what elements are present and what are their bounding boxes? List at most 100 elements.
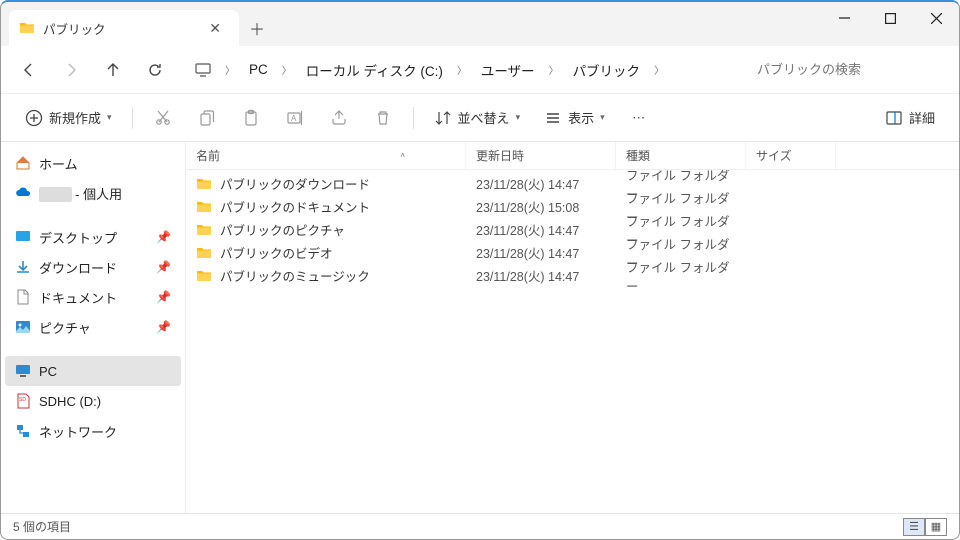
breadcrumb-disk[interactable]: ローカル ディスク (C:) [298,56,451,84]
sidebar-label: ピクチャ [39,318,91,337]
item-count: 5 個の項目 [13,518,71,535]
pin-icon: 📌 [156,260,171,274]
up-button[interactable] [95,52,131,88]
folder-icon [196,268,212,284]
file-type: ファイル フォルダー [616,257,746,295]
pin-icon: 📌 [156,230,171,244]
sidebar-item-pictures[interactable]: ピクチャ 📌 [5,312,181,342]
forward-button[interactable] [53,52,89,88]
nav-bar: 〉 PC 〉 ローカル ディスク (C:) 〉 ユーザー 〉 パブリック 〉 [1,46,959,94]
sidebar-label: ホーム [39,154,78,173]
chevron-right-icon[interactable]: 〉 [652,62,666,77]
chevron-right-icon[interactable]: 〉 [280,62,294,77]
folder-icon [196,222,212,238]
sidebar-item-home[interactable]: ホーム [5,148,181,178]
table-row[interactable]: パブリックのドキュメント23/11/28(火) 15:08ファイル フォルダー [186,195,959,218]
sidebar-label: PC [39,364,57,379]
explorer-window: パブリック ✕ ＋ 〉 PC 〉 ローカル ディスク (C:) 〉 ユーザー 〉… [0,0,960,540]
file-name: パブリックのミュージック [220,266,370,285]
chevron-down-icon: ▾ [516,112,521,123]
sort-indicator-icon: ˄ [400,151,405,160]
separator [132,107,133,129]
more-button[interactable]: ⋯ [619,101,659,135]
sidebar-item-sdhc[interactable]: SD SDHC (D:) [5,386,181,416]
svg-text:SD: SD [19,397,26,403]
sidebar-item-downloads[interactable]: ダウンロード 📌 [5,252,181,282]
home-icon [15,155,31,171]
pin-icon: 📌 [156,320,171,334]
details-pane-button[interactable]: 詳細 [875,101,945,135]
table-row[interactable]: パブリックのダウンロード23/11/28(火) 14:47ファイル フォルダー [186,172,959,195]
sidebar-item-network[interactable]: ネットワーク [5,416,181,446]
tab-title: パブリック [43,19,106,38]
nav-pane: ホーム name - 個人用 デスクトップ 📌 ダウンロード 📌 ドキュメント … [1,142,185,513]
refresh-button[interactable] [137,52,173,88]
file-rows: パブリックのダウンロード23/11/28(火) 14:47ファイル フォルダーパ… [186,170,959,513]
file-name: パブリックのドキュメント [220,197,370,216]
sd-card-icon: SD [15,393,31,409]
column-date[interactable]: 更新日時 [466,142,616,169]
chevron-down-icon: ▾ [600,112,605,123]
chevron-down-icon: ▾ [107,112,112,123]
breadcrumb-users[interactable]: ユーザー [473,56,543,84]
new-tab-button[interactable]: ＋ [239,10,275,46]
thumbnail-view-button[interactable]: ▦ [925,518,947,536]
sidebar-item-desktop[interactable]: デスクトップ 📌 [5,222,181,252]
sidebar-label: name - 個人用 [39,184,122,203]
view-switcher: ☰ ▦ [903,518,947,536]
separator [413,107,414,129]
content-area: ホーム name - 個人用 デスクトップ 📌 ダウンロード 📌 ドキュメント … [1,142,959,513]
address-bar[interactable]: 〉 PC 〉 ローカル ディスク (C:) 〉 ユーザー 〉 パブリック 〉 [179,56,743,84]
delete-button[interactable] [363,101,403,135]
file-date: 23/11/28(火) 14:47 [466,243,616,262]
folder-icon [19,20,35,36]
folder-icon [196,245,212,261]
desktop-icon [15,229,31,245]
share-button[interactable] [319,101,359,135]
breadcrumb-pc[interactable]: PC [241,58,276,81]
copy-button[interactable] [187,101,227,135]
sidebar-item-pc[interactable]: PC [5,356,181,386]
tab-current[interactable]: パブリック ✕ [9,10,239,46]
breadcrumb-public[interactable]: パブリック [565,56,649,84]
rename-button[interactable]: A [275,101,315,135]
close-tab-icon[interactable]: ✕ [205,20,225,37]
back-button[interactable] [11,52,47,88]
close-window-button[interactable] [913,2,959,34]
paste-button[interactable] [231,101,271,135]
chevron-right-icon[interactable]: 〉 [223,62,237,77]
cut-button[interactable] [143,101,183,135]
chevron-right-icon[interactable]: 〉 [455,62,469,77]
table-row[interactable]: パブリックのビデオ23/11/28(火) 14:47ファイル フォルダー [186,241,959,264]
column-type[interactable]: 種類 [616,142,746,169]
column-name[interactable]: 名前˄ [186,142,466,169]
download-icon [15,259,31,275]
minimize-button[interactable] [821,2,867,34]
new-label: 新規作成 [49,108,101,127]
sidebar-label: デスクトップ [39,228,117,247]
picture-icon [15,319,31,335]
file-date: 23/11/28(火) 14:47 [466,266,616,285]
sort-button[interactable]: 並べ替え ▾ [424,101,531,135]
table-row[interactable]: パブリックのミュージック23/11/28(火) 14:47ファイル フォルダー [186,264,959,287]
pin-icon: 📌 [156,290,171,304]
table-row[interactable]: パブリックのピクチャ23/11/28(火) 14:47ファイル フォルダー [186,218,959,241]
new-button[interactable]: 新規作成 ▾ [15,101,122,135]
file-date: 23/11/28(火) 14:47 [466,174,616,193]
cloud-icon [15,185,31,201]
file-date: 23/11/28(火) 15:08 [466,197,616,216]
status-bar: 5 個の項目 ☰ ▦ [1,513,959,539]
command-bar: 新規作成 ▾ A 並べ替え ▾ 表示 ▾ ⋯ 詳細 [1,94,959,142]
pc-root-icon[interactable] [187,58,219,82]
sidebar-item-documents[interactable]: ドキュメント 📌 [5,282,181,312]
maximize-button[interactable] [867,2,913,34]
sidebar-item-onedrive[interactable]: name - 個人用 [5,178,181,208]
details-view-button[interactable]: ☰ [903,518,925,536]
view-button[interactable]: 表示 ▾ [534,101,615,135]
search-input[interactable] [749,54,949,86]
sidebar-label: ダウンロード [39,258,117,277]
column-size[interactable]: サイズ [746,142,836,169]
sidebar-label: ネットワーク [39,422,117,441]
file-list: 名前˄ 更新日時 種類 サイズ パブリックのダウンロード23/11/28(火) … [185,142,959,513]
chevron-right-icon[interactable]: 〉 [547,62,561,77]
